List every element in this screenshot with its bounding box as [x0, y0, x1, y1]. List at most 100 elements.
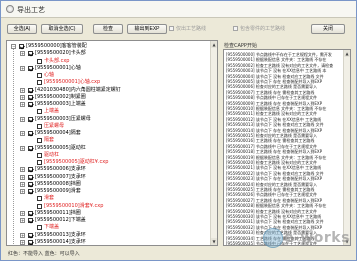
expand-toggle-icon[interactable]: +: [20, 181, 25, 187]
tree-node[interactable]: + [9559500014]支承环: [7, 239, 207, 245]
node-checkbox[interactable]: [28, 189, 33, 194]
log-line: [9559500029] 检查工艺路线 没有对应的工艺文件: [226, 208, 318, 214]
tree-node[interactable]: + [9559500020]卡头部: [7, 50, 207, 57]
tree-node[interactable]: + [9559500004]隔套: [7, 130, 207, 137]
expand-toggle-icon[interactable]: +: [20, 65, 25, 71]
log-line: [9559500018] 工艺路线 存在 检查装配并导入到EXP: [226, 149, 323, 155]
parent-only-checkbox[interactable]: 仅出工艺路线: [169, 24, 206, 34]
tree-node[interactable]: − [9559500000]客客管装配: [7, 43, 207, 50]
select-all-button[interactable]: 全选(A): [7, 24, 37, 34]
tree-node[interactable]: [9559500010]滑套¥.cxp: [7, 203, 207, 210]
deselect-all-button[interactable]: 取消全选(C): [41, 24, 83, 34]
expand-toggle-icon[interactable]: +: [20, 51, 25, 57]
node-checkbox[interactable]: [28, 218, 33, 223]
tree-node[interactable]: 滑套: [7, 195, 207, 202]
node-checkbox[interactable]: [37, 196, 42, 202]
node-checkbox[interactable]: [28, 94, 33, 100]
scroll-up-arrow-icon[interactable]: ▲: [211, 41, 217, 48]
expand-toggle-icon[interactable]: +: [20, 94, 25, 100]
tree-node-label: [9559500003]压紧螺母: [35, 115, 91, 122]
expand-toggle-icon[interactable]: +: [20, 102, 25, 107]
include-children-checkbox[interactable]: 包含零件的工艺路线: [233, 24, 285, 34]
check-button[interactable]: 检查: [93, 24, 123, 34]
node-checkbox[interactable]: [28, 145, 33, 151]
node-checkbox[interactable]: [37, 152, 42, 158]
node-checkbox[interactable]: [28, 131, 33, 136]
tree-node[interactable]: 卡头部.cxp: [7, 58, 207, 65]
tree-node[interactable]: 驱动杠: [7, 152, 207, 159]
node-checkbox[interactable]: [28, 239, 33, 245]
log-scrollbar[interactable]: ▲ ▼: [343, 50, 350, 245]
expand-toggle-icon[interactable]: +: [20, 116, 25, 122]
node-checkbox[interactable]: [37, 80, 42, 86]
node-checkbox[interactable]: [28, 174, 33, 180]
tree-guide-line: [13, 49, 14, 244]
expand-toggle-icon[interactable]: +: [20, 174, 25, 180]
tree-node[interactable]: + [9559500003]压紧螺母: [7, 116, 207, 123]
expand-toggle-icon[interactable]: +: [20, 189, 25, 194]
tree-node-label: [9559500002]制紧圈: [35, 93, 86, 100]
expand-toggle-icon[interactable]: +: [20, 210, 25, 216]
scroll-up-arrow-icon[interactable]: ▲: [344, 50, 350, 57]
node-checkbox[interactable]: [28, 167, 33, 173]
tree-node[interactable]: + [9559500003]上端盖: [7, 101, 207, 108]
tree-node[interactable]: [9559500005]驱动杠¥.cxp: [7, 159, 207, 166]
tree-node[interactable]: + [9559500011]挡圈: [7, 210, 207, 217]
node-checkbox[interactable]: [37, 160, 42, 165]
node-checkbox[interactable]: [28, 87, 33, 93]
tree-node[interactable]: + [9559500012]下端盖: [7, 217, 207, 224]
tree-node[interactable]: + [9559500002]制紧圈: [7, 94, 207, 101]
tree-node[interactable]: + [4201030480]内六角圆柱端紧定螺钉: [7, 87, 207, 94]
tree-node[interactable]: + [9559500013]支承环: [7, 232, 207, 239]
tree-node[interactable]: 心轴: [7, 72, 207, 79]
node-checkbox[interactable]: [37, 58, 42, 64]
tree-node-label: [9559500007]支承环: [35, 173, 86, 180]
expand-toggle-icon[interactable]: +: [20, 145, 25, 151]
tree-node[interactable]: + [9559500008]挡圈: [7, 181, 207, 188]
expand-toggle-icon[interactable]: +: [20, 131, 25, 136]
tree-scrollbar[interactable]: ▲ ▼: [210, 41, 217, 245]
expand-toggle-icon[interactable]: +: [20, 232, 25, 238]
expand-toggle-icon[interactable]: +: [20, 218, 25, 223]
export-button[interactable]: 输出到EXP: [127, 24, 167, 34]
expand-toggle-icon[interactable]: +: [20, 87, 25, 93]
node-checkbox[interactable]: [28, 232, 33, 238]
tree-node[interactable]: + [9559500009]滑套: [7, 188, 207, 195]
node-checkbox[interactable]: [28, 102, 33, 107]
log-line: [9559500009] 工艺路线 存在 检查装配并导入到EXP: [226, 100, 323, 106]
tree-node[interactable]: [9559500001]心轴.cxp: [7, 79, 207, 86]
node-checkbox[interactable]: [37, 109, 42, 115]
tree-node[interactable]: 下端盖: [7, 224, 207, 231]
node-checkbox[interactable]: [19, 44, 24, 49]
node-checkbox[interactable]: [28, 181, 33, 187]
node-checkbox[interactable]: [37, 138, 42, 144]
node-checkbox[interactable]: [37, 73, 42, 78]
watermark-logo: e-works: [263, 226, 355, 254]
tree-node[interactable]: 隔套: [7, 137, 207, 144]
node-checkbox[interactable]: [28, 65, 33, 71]
expand-toggle-icon[interactable]: +: [20, 167, 25, 173]
node-checkbox[interactable]: [28, 210, 33, 216]
expand-toggle-icon[interactable]: +: [20, 239, 25, 245]
checkbox-box[interactable]: [233, 26, 238, 31]
tree-node[interactable]: 压紧螺母: [7, 123, 207, 130]
window-title: 导出工艺: [17, 6, 45, 14]
node-checkbox[interactable]: [37, 225, 42, 231]
checkbox-box[interactable]: [169, 26, 174, 31]
tree-node[interactable]: + [9559500006]支承环: [7, 166, 207, 173]
node-checkbox[interactable]: [37, 203, 42, 209]
tree-node-label: [9559500004]隔套: [35, 130, 81, 136]
scroll-down-arrow-icon[interactable]: ▼: [211, 238, 217, 245]
close-button[interactable]: 关闭: [311, 24, 345, 34]
tree-node-label: [9559500005]驱动杠: [35, 144, 86, 151]
tree-node[interactable]: + [9559500001]心轴: [7, 65, 207, 72]
tree-node[interactable]: + [9559500005]驱动杠: [7, 145, 207, 152]
tree-node-label: [9559500013]支承环: [35, 231, 86, 238]
tree-node[interactable]: 上端盖: [7, 108, 207, 115]
node-checkbox[interactable]: [28, 51, 33, 57]
node-checkbox[interactable]: [28, 116, 33, 122]
node-checkbox[interactable]: [37, 123, 42, 129]
process-tree[interactable]: − [9559500000]客客管装配 + [9559500020]卡头部 卡头部.cx…: [6, 40, 218, 246]
check-log[interactable]: [9559500000] 节点路线中不存在于工艺规程文件，需开发 [9559500…: [223, 49, 351, 246]
tree-node[interactable]: + [9559500007]支承环: [7, 174, 207, 181]
